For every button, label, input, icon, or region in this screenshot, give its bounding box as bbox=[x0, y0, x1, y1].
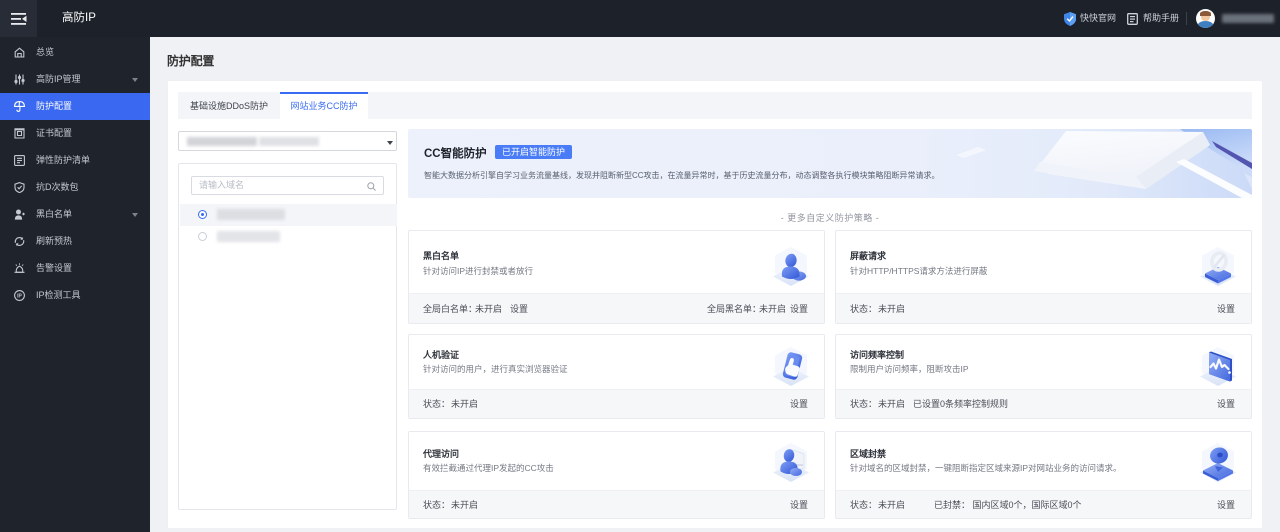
svg-text:IP: IP bbox=[17, 293, 22, 299]
